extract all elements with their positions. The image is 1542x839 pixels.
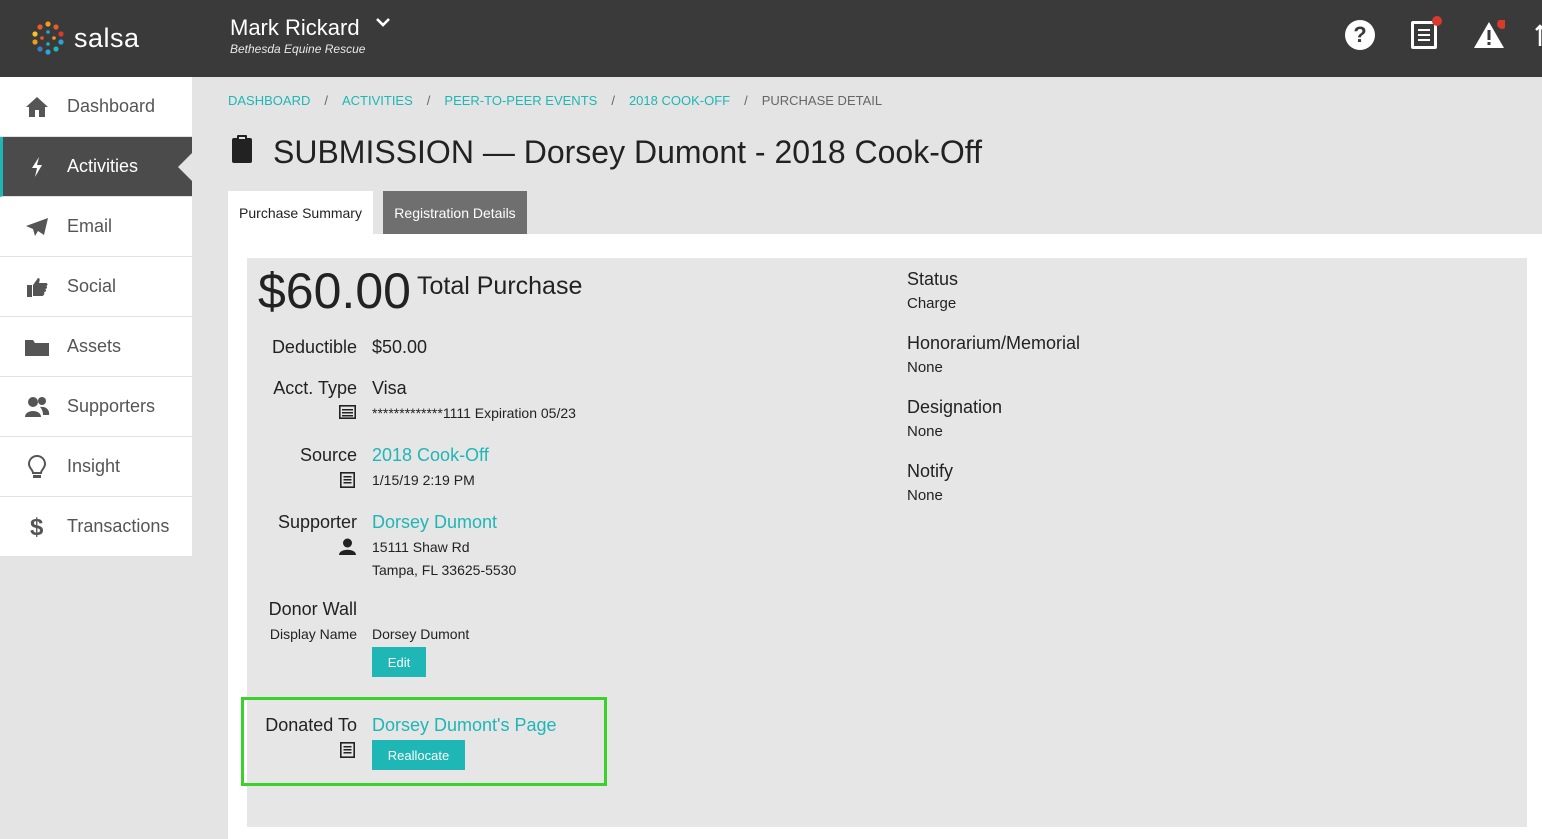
donor-wall-label: Donor Wall xyxy=(268,599,357,619)
sidebar: Dashboard Activities Email Social Assets… xyxy=(0,77,192,557)
sidebar-item-label: Social xyxy=(67,276,117,296)
breadcrumb-separator: / xyxy=(426,93,431,108)
acct-type-value: Visa xyxy=(372,378,407,398)
display-name-label: Display Name xyxy=(269,626,357,642)
logo-text: salsa xyxy=(74,22,140,53)
thumbs-up-icon xyxy=(24,276,50,298)
supporter-address-line2: Tampa, FL 33625-5530 xyxy=(372,562,517,578)
home-icon xyxy=(24,96,50,118)
folder-icon xyxy=(24,337,50,357)
credit-card-icon xyxy=(339,405,356,419)
sidebar-item-activities[interactable]: Activities xyxy=(0,137,192,197)
document-icon xyxy=(340,742,355,758)
supporter-link[interactable]: Dorsey Dumont xyxy=(372,512,497,533)
person-icon xyxy=(339,538,356,555)
lightning-icon xyxy=(24,156,50,178)
salsa-logo-icon xyxy=(32,21,64,55)
users-icon xyxy=(24,396,50,418)
lightbulb-icon xyxy=(24,454,50,479)
dollar-icon: $ xyxy=(24,514,50,540)
sidebar-item-label: Activities xyxy=(67,156,139,176)
salsa-logo[interactable]: salsa xyxy=(30,20,140,56)
status-label: Status xyxy=(907,269,959,289)
clipboard-icon xyxy=(232,135,252,163)
sidebar-item-label: Dashboard xyxy=(67,96,156,116)
sidebar-item-transactions[interactable]: $ Transactions xyxy=(0,497,192,557)
breadcrumb-p2p-events[interactable]: PEER-TO-PEER EVENTS xyxy=(444,93,597,108)
sidebar-item-email[interactable]: Email xyxy=(0,197,192,257)
account-name: Mark Rickard xyxy=(230,15,360,40)
help-icon[interactable]: ? xyxy=(1345,20,1375,50)
source-date: 1/15/19 2:19 PM xyxy=(372,472,475,488)
donated-to-link[interactable]: Dorsey Dumont's Page xyxy=(372,715,557,736)
account-org: Bethesda Equine Rescue xyxy=(230,42,366,56)
designation-value: None xyxy=(907,423,943,440)
chevron-down-icon[interactable] xyxy=(376,18,390,28)
card-detail: *************1111 Expiration 05/23 xyxy=(372,405,576,421)
display-name-value: Dorsey Dumont xyxy=(372,626,470,642)
breadcrumb: DASHBOARD / ACTIVITIES / PEER-TO-PEER EV… xyxy=(228,93,882,108)
supporter-label: Supporter xyxy=(277,512,357,532)
tab-registration-details[interactable]: Registration Details xyxy=(383,191,527,234)
overflow-icon[interactable] xyxy=(1534,24,1542,48)
acct-type-label: Acct. Type xyxy=(273,378,357,398)
designation-label: Designation xyxy=(907,397,1003,417)
sidebar-item-insight[interactable]: Insight xyxy=(0,437,192,497)
sidebar-item-label: Transactions xyxy=(67,516,170,536)
breadcrumb-separator: / xyxy=(324,93,328,108)
notify-label: Notify xyxy=(907,461,954,481)
alert-icon[interactable] xyxy=(1473,20,1505,50)
breadcrumb-current: PURCHASE DETAIL xyxy=(761,93,883,108)
breadcrumb-separator: / xyxy=(744,93,748,108)
reallocate-button[interactable]: Reallocate xyxy=(372,740,465,770)
supporter-address-line1: 15111 Shaw Rd xyxy=(372,539,470,555)
notify-value: None xyxy=(907,487,943,504)
honorarium-value: None xyxy=(907,359,943,376)
source-link[interactable]: 2018 Cook-Off xyxy=(372,445,489,466)
deductible-value: $50.00 xyxy=(372,337,428,357)
donated-to-label: Donated To xyxy=(265,715,357,735)
sidebar-item-dashboard[interactable]: Dashboard xyxy=(0,77,192,137)
sidebar-item-assets[interactable]: Assets xyxy=(0,317,192,377)
sidebar-item-social[interactable]: Social xyxy=(0,257,192,317)
sidebar-item-supporters[interactable]: Supporters xyxy=(0,377,192,437)
sidebar-item-label: Insight xyxy=(67,456,121,476)
tab-purchase-summary[interactable]: Purchase Summary xyxy=(228,191,373,234)
source-label: Source xyxy=(299,445,357,465)
report-icon[interactable] xyxy=(1411,16,1442,49)
breadcrumb-dashboard[interactable]: DASHBOARD xyxy=(228,93,310,108)
page-title: SUBMISSION — Dorsey Dumont - 2018 Cook-O… xyxy=(273,134,982,170)
sidebar-item-label: Supporters xyxy=(67,396,156,416)
edit-button[interactable]: Edit xyxy=(372,647,426,677)
paper-plane-icon xyxy=(24,217,50,237)
report-badge xyxy=(1432,16,1442,26)
breadcrumb-activities[interactable]: ACTIVITIES xyxy=(342,93,413,108)
status-value: Charge xyxy=(907,295,957,312)
breadcrumb-separator: / xyxy=(611,93,615,108)
breadcrumb-cook-off[interactable]: 2018 COOK-OFF xyxy=(629,93,730,108)
svg-text:$: $ xyxy=(30,514,44,540)
document-icon xyxy=(340,472,355,488)
top-bar: salsa Mark Rickard Bethesda Equine Rescu… xyxy=(0,0,1542,77)
total-purchase-label: Total Purchase xyxy=(417,272,583,300)
sidebar-item-label: Assets xyxy=(67,336,122,356)
honorarium-label: Honorarium/Memorial xyxy=(907,333,1081,353)
total-amount: $60.00 xyxy=(258,263,411,319)
deductible-label: Deductible xyxy=(271,337,357,357)
account-switcher[interactable]: Mark Rickard Bethesda Equine Rescue xyxy=(230,15,365,56)
sidebar-item-label: Email xyxy=(67,216,113,236)
